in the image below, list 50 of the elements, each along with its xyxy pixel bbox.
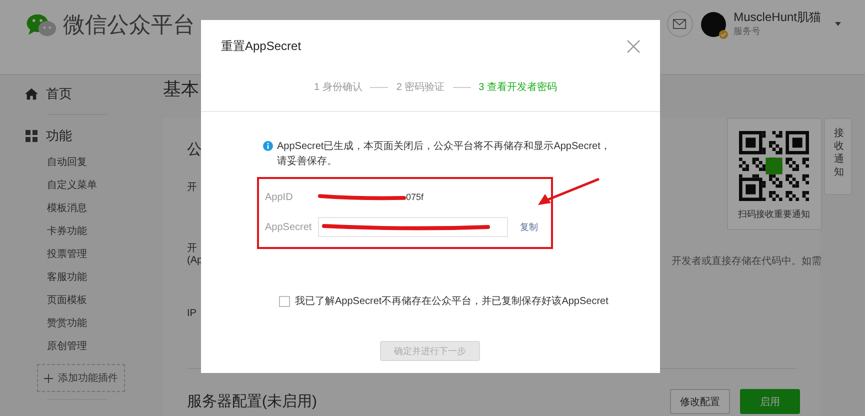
sidebar-item[interactable]: 卡券功能 <box>47 220 163 243</box>
sidebar-item[interactable]: 原创管理 <box>47 335 163 358</box>
qr-code <box>739 131 810 201</box>
account-avatar[interactable] <box>700 12 726 36</box>
sidebar-item[interactable]: 赞赏功能 <box>47 312 163 335</box>
mail-icon <box>673 19 686 29</box>
field-label: 开 <box>187 181 198 194</box>
copy-link[interactable]: 复制 <box>520 220 538 234</box>
grid-icon <box>25 130 38 142</box>
home-icon <box>25 88 38 100</box>
sidebar-item[interactable]: 模板消息 <box>47 197 163 220</box>
wechat-logo-icon <box>25 12 57 38</box>
sidebar-section-title: 功能 <box>46 127 72 145</box>
step-indicator: 1 身份确认 <box>314 81 362 94</box>
sidebar-item[interactable]: 自动回复 <box>47 151 163 174</box>
edit-config-button[interactable]: 修改配置 <box>670 389 730 414</box>
agreement-label: 我已了解AppSecret不再储存在公众平台，并已复制保存好该AppSecret <box>295 294 608 308</box>
caret-icon[interactable] <box>835 22 841 26</box>
platform-title: 微信公众平台 <box>63 11 195 39</box>
description-text: 开发者或直接存储在代码中。如需 <box>672 254 822 268</box>
sidebar-item[interactable]: 页面模板 <box>47 289 163 312</box>
enable-button[interactable]: 启用 <box>740 389 800 414</box>
notice-text: AppSecret已生成，本页面关闭后，公众平台将不再储存和显示AppSecret，请妥善保存。 <box>277 140 612 169</box>
field-label: IP <box>187 308 198 319</box>
account-type: 服务号 <box>734 25 762 38</box>
sidebar-item[interactable]: 自定义菜单 <box>47 174 163 197</box>
dialog-title: 重置AppSecret <box>221 38 302 55</box>
step-indicator: 2 密码验证 <box>396 80 445 94</box>
sidebar-item[interactable]: 客服功能 <box>47 266 163 289</box>
mail-button[interactable] <box>666 11 693 37</box>
step-indicator: 3 查看开发者密码 <box>478 80 558 94</box>
page-title: 基本 <box>163 78 199 100</box>
appsecret-field[interactable] <box>318 217 508 237</box>
verified-badge-icon <box>718 30 728 38</box>
close-icon[interactable] <box>627 40 640 53</box>
section-heading: 服务器配置(未启用) <box>187 392 317 411</box>
qr-caption: 扫码接收重要通知 <box>738 208 810 221</box>
account-name: MuscleHunt肌猫 <box>734 10 821 24</box>
section-heading: 公 <box>187 140 203 159</box>
field-label: 开 <box>187 242 198 255</box>
appid-value: 075f <box>406 192 424 202</box>
agreement-checkbox[interactable] <box>279 296 290 306</box>
notification-tab[interactable]: 接收通知 <box>824 118 852 195</box>
add-plugin-button[interactable]: 添加功能插件 <box>37 364 125 392</box>
sidebar-item[interactable]: 投票管理 <box>47 243 163 266</box>
plus-icon <box>44 374 53 382</box>
info-icon <box>263 141 273 151</box>
field-label: AppID <box>265 192 294 202</box>
sidebar-item[interactable]: 首页 <box>46 85 72 103</box>
field-label: AppSecret <box>265 222 313 232</box>
